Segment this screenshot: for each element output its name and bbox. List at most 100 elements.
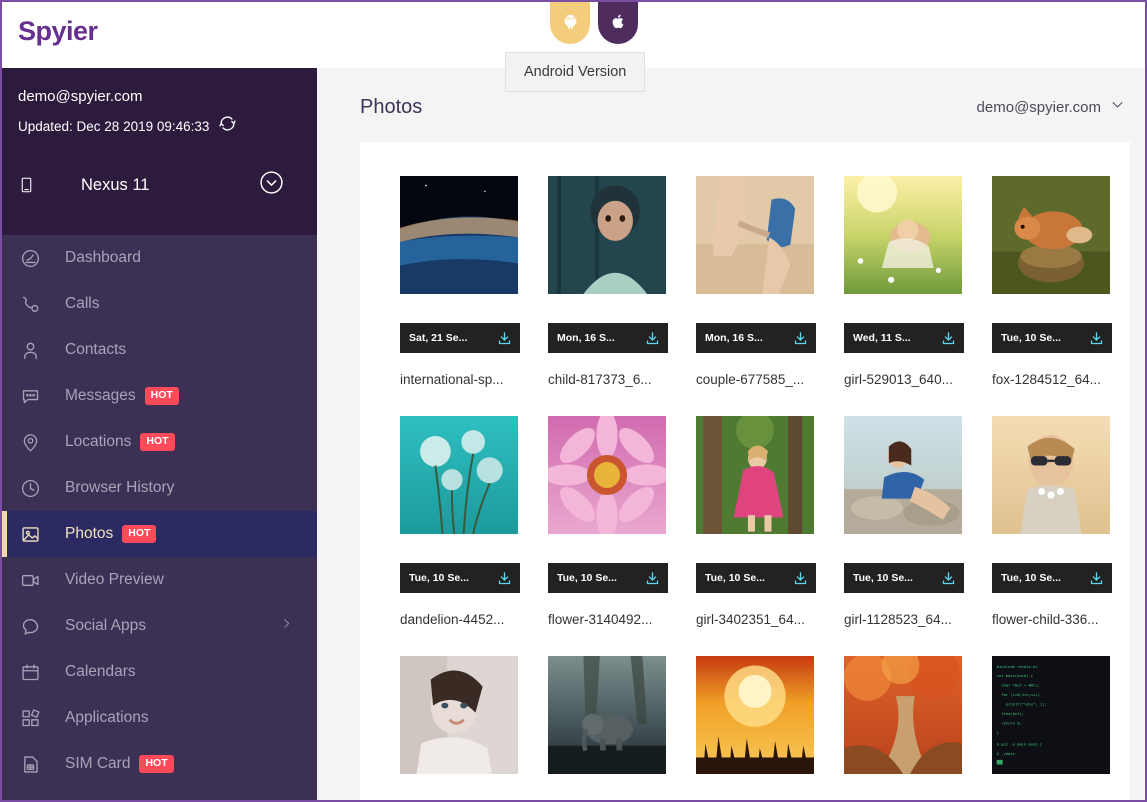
main-content: Photos demo@spyier.com Sat, 21 Se...inte…	[317, 68, 1145, 802]
user-account-menu[interactable]: demo@spyier.com	[977, 97, 1125, 117]
chevron-down-icon[interactable]	[259, 170, 284, 200]
download-icon[interactable]	[941, 571, 956, 586]
download-icon[interactable]	[793, 571, 808, 586]
svg-text:char *buf = NULL;: char *buf = NULL;	[1001, 684, 1040, 688]
download-icon[interactable]	[793, 331, 808, 346]
message-icon	[20, 386, 52, 407]
photo-filename: girl-1128523_64...	[844, 612, 968, 627]
photo-card[interactable]: Tue, 10 Se...fox-1284512_64...	[992, 176, 1112, 416]
sidebar-item-sim-card[interactable]: SIM CardHOT	[2, 741, 317, 787]
photo-thumbnail[interactable]	[992, 176, 1110, 294]
sidebar-item-locations[interactable]: LocationsHOT	[2, 419, 317, 465]
photo-thumbnail[interactable]	[696, 416, 814, 534]
photo-thumbnail[interactable]	[548, 176, 666, 294]
sidebar-item-contacts[interactable]: Contacts	[2, 327, 317, 373]
photo-filename: dandelion-4452...	[400, 612, 524, 627]
photo-date: Wed, 11 S...	[853, 332, 911, 344]
photo-card[interactable]: Mon, 16 S...couple-677585_...	[696, 176, 816, 416]
sidebar-item-applications[interactable]: Applications	[2, 695, 317, 741]
account-block: demo@spyier.com Updated: Dec 28 2019 09:…	[2, 68, 317, 235]
photo-filename: couple-677585_...	[696, 372, 820, 387]
location-pin-icon	[20, 432, 52, 453]
sidebar-item-label: Applications	[65, 709, 149, 727]
download-icon[interactable]	[497, 331, 512, 346]
photo-meta-bar: Tue, 10 Se...	[844, 563, 964, 593]
sidebar-item-label: Locations	[65, 433, 131, 451]
photo-meta-bar: Sat, 21 Se...	[400, 323, 520, 353]
photo-thumbnail[interactable]	[400, 656, 518, 774]
svg-text:int main(void) {: int main(void) {	[997, 674, 1033, 678]
svg-text:#include <stdio.h>: #include <stdio.h>	[997, 665, 1039, 669]
sidebar-item-photos[interactable]: PhotosHOT	[2, 511, 317, 557]
photo-meta-bar: Mon, 16 S...	[696, 323, 816, 353]
photo-thumbnail[interactable]	[844, 416, 962, 534]
sidebar-item-label: Calls	[65, 295, 99, 313]
svg-text:$ ./main: $ ./main	[997, 752, 1015, 756]
svg-text:$ gcc -o main main.c: $ gcc -o main main.c	[997, 743, 1042, 747]
photo-date: Tue, 10 Se...	[409, 572, 469, 584]
download-icon[interactable]	[941, 331, 956, 346]
account-email: demo@spyier.com	[18, 88, 301, 105]
photo-thumbnail[interactable]: #include <stdio.h> int main(void) { char *…	[992, 656, 1110, 774]
sidebar-item-social-apps[interactable]: Social Apps	[2, 603, 317, 649]
sidebar-item-browser-history[interactable]: Browser History	[2, 465, 317, 511]
photo-thumbnail[interactable]	[400, 176, 518, 294]
photo-thumbnail[interactable]	[400, 416, 518, 534]
photo-meta-bar: Tue, 10 Se...	[400, 563, 520, 593]
download-icon[interactable]	[645, 571, 660, 586]
device-selector[interactable]: Nexus 11	[18, 174, 301, 196]
chevron-right-icon[interactable]	[280, 617, 293, 635]
photo-card[interactable]: Mon, 16 S...child-817373_6...	[548, 176, 668, 416]
photo-date: Mon, 16 S...	[557, 332, 615, 344]
photo-card[interactable]: Sat, 21 Se...international-sp...	[400, 176, 520, 416]
calendar-icon	[20, 662, 52, 683]
download-icon[interactable]	[497, 571, 512, 586]
platform-tab-android[interactable]	[550, 0, 590, 44]
svg-text:free(buf);: free(buf);	[1001, 712, 1024, 716]
photo-card[interactable]: Tue, 10 Se...dandelion-4452...	[400, 416, 520, 656]
photo-card[interactable]: Tue, 10 Se...flower-3140492...	[548, 416, 668, 656]
sidebar-item-label: Contacts	[65, 341, 126, 359]
download-icon[interactable]	[645, 331, 660, 346]
photo-filename: flower-child-336...	[992, 612, 1116, 627]
refresh-icon[interactable]	[218, 114, 237, 138]
brand-logo[interactable]: Spyier	[18, 16, 98, 47]
photo-thumbnail[interactable]	[696, 656, 814, 774]
svg-text:}: }	[997, 731, 999, 735]
sidebar-item-video-preview[interactable]: Video Preview	[2, 557, 317, 603]
chat-bubble-icon	[20, 616, 52, 637]
platform-tooltip: Android Version	[505, 52, 645, 92]
sidebar-item-calls[interactable]: Calls	[2, 281, 317, 327]
photo-card[interactable]: Tue, 10 Se...girl-3402351_64...	[696, 416, 816, 656]
photo-filename: flower-3140492...	[548, 612, 672, 627]
photo-card[interactable]: Wed, 11 S...girl-529013_640...	[844, 176, 964, 416]
photo-card[interactable]	[844, 656, 964, 802]
photo-thumbnail[interactable]	[992, 416, 1110, 534]
download-icon[interactable]	[1089, 331, 1104, 346]
status-badge: HOT	[145, 387, 179, 404]
account-updated-time: Updated: Dec 28 2019 09:46:33	[18, 119, 209, 134]
photo-date: Tue, 10 Se...	[853, 572, 913, 584]
sidebar-item-label: Photos	[65, 525, 113, 543]
photo-card[interactable]	[400, 656, 520, 802]
photo-thumbnail[interactable]	[844, 176, 962, 294]
photo-card[interactable]	[696, 656, 816, 802]
photo-card[interactable]: Tue, 10 Se...girl-1128523_64...	[844, 416, 964, 656]
download-icon[interactable]	[1089, 571, 1104, 586]
photo-date: Tue, 10 Se...	[557, 572, 617, 584]
photo-card[interactable]: #include <stdio.h> int main(void) { char *…	[992, 656, 1112, 802]
platform-tab-apple[interactable]	[598, 0, 638, 44]
photo-thumbnail[interactable]	[548, 416, 666, 534]
photo-thumbnail[interactable]	[548, 656, 666, 774]
photos-panel: Sat, 21 Se...international-sp...Mon, 16 …	[360, 142, 1130, 802]
sidebar-item-calendars[interactable]: Calendars	[2, 649, 317, 695]
android-icon	[562, 12, 579, 36]
platform-tab-group	[550, 0, 638, 44]
photo-thumbnail[interactable]	[696, 176, 814, 294]
photo-card[interactable]: Tue, 10 Se...flower-child-336...	[992, 416, 1112, 656]
sidebar-item-dashboard[interactable]: Dashboard	[2, 235, 317, 281]
photo-card[interactable]	[548, 656, 668, 802]
photo-grid: Sat, 21 Se...international-sp...Mon, 16 …	[400, 176, 1130, 802]
photo-thumbnail[interactable]	[844, 656, 962, 774]
sidebar-item-messages[interactable]: MessagesHOT	[2, 373, 317, 419]
